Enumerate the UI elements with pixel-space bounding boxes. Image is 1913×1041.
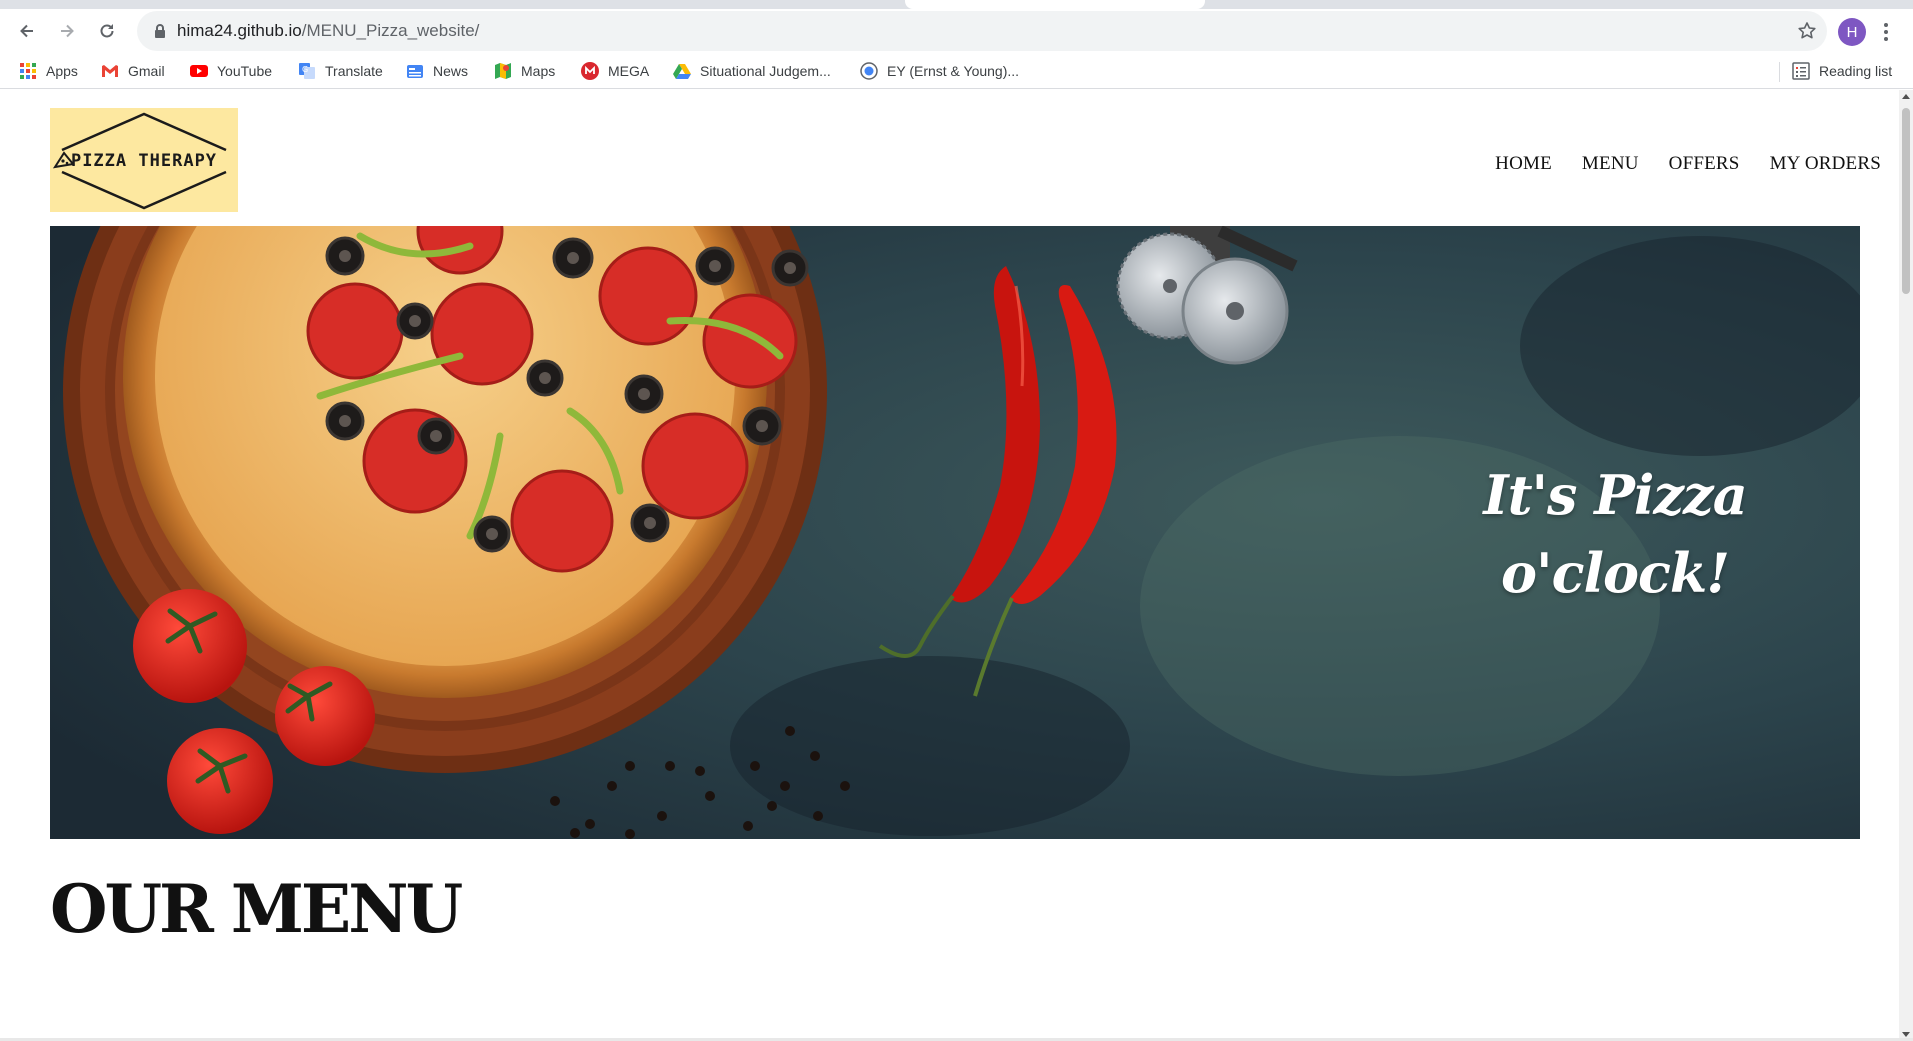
back-button[interactable]: [11, 15, 43, 47]
profile-avatar[interactable]: H: [1838, 18, 1866, 46]
nav-menu-link[interactable]: MENU: [1582, 153, 1639, 179]
bookmark-situational-judgement[interactable]: Situational Judgem...: [673, 61, 831, 81]
reload-button[interactable]: [91, 15, 123, 47]
maps-icon: [495, 63, 511, 79]
site-logo[interactable]: PIZZA THERAPY: [50, 108, 238, 212]
hero-tagline-line2: o'clock!: [1501, 541, 1730, 605]
url-text[interactable]: hima24.github.io/MENU_Pizza_website/: [177, 21, 479, 41]
arrow-left-icon: [20, 24, 33, 38]
url-path: /MENU_Pizza_website/: [301, 21, 480, 40]
bookmark-star-icon[interactable]: [1797, 21, 1817, 41]
pizza-slice-icon: [53, 151, 75, 169]
bookmark-label: EY (Ernst & Young)...: [887, 63, 1020, 79]
bookmark-news[interactable]: News: [406, 61, 468, 81]
bookmark-gmail[interactable]: Gmail: [101, 61, 165, 81]
bookmarks-divider: [1779, 62, 1780, 82]
bookmark-label: Situational Judgem...: [700, 63, 831, 79]
apps-grid-icon: [20, 63, 36, 79]
gmail-icon: [102, 65, 118, 77]
reading-list-icon: [1792, 62, 1810, 80]
reload-icon: [100, 24, 114, 38]
hero-tagline: It's Pizza o'clock!: [1425, 456, 1805, 612]
nav-offers-link[interactable]: OFFERS: [1669, 153, 1740, 179]
page-scrollbar[interactable]: [1899, 90, 1913, 1041]
browser-toolbar: hima24.github.io/MENU_Pizza_website/ H: [0, 9, 1913, 53]
nav-my-orders-link[interactable]: MY ORDERS: [1770, 153, 1881, 179]
address-bar[interactable]: hima24.github.io/MENU_Pizza_website/: [137, 11, 1827, 51]
main-navigation: HOME MENU OFFERS MY ORDERS: [1495, 153, 1881, 179]
lock-icon: [155, 24, 165, 38]
drive-icon: [673, 64, 691, 79]
logo-text-left: PIZZA: [70, 151, 128, 171]
svg-text:G: G: [302, 65, 308, 74]
bookmark-label: News: [433, 63, 469, 79]
our-menu-heading: OUR MENU: [50, 870, 463, 948]
bookmark-ey[interactable]: EY (Ernst & Young)...: [860, 61, 1019, 81]
page-viewport: PIZZA THERAPY HOME MENU OFFERS MY ORDERS: [0, 90, 1899, 1041]
bookmark-mega[interactable]: MEGA: [581, 61, 649, 81]
bookmark-label: Gmail: [128, 63, 165, 79]
scroll-down-icon[interactable]: [1902, 1032, 1910, 1037]
scroll-up-icon[interactable]: [1902, 94, 1910, 99]
active-tab-edge[interactable]: [905, 0, 1205, 9]
news-icon: [407, 65, 423, 78]
bookmark-youtube[interactable]: YouTube: [190, 61, 272, 81]
bookmark-label: Maps: [521, 63, 556, 79]
nav-home-link[interactable]: HOME: [1495, 153, 1552, 179]
reading-list-button[interactable]: Reading list: [1792, 61, 1892, 81]
bookmark-label: YouTube: [217, 63, 273, 79]
globe-icon: [860, 62, 878, 80]
arrow-right-icon: [61, 24, 74, 38]
translate-icon: G: [299, 63, 315, 79]
bookmark-translate[interactable]: G Translate: [298, 61, 383, 81]
youtube-icon: [190, 65, 208, 77]
reading-list-label: Reading list: [1819, 63, 1893, 79]
bookmark-label: MEGA: [608, 63, 650, 79]
bookmark-label: Apps: [46, 63, 78, 79]
scrollbar-thumb[interactable]: [1902, 108, 1910, 294]
browser-menu-icon[interactable]: [1882, 21, 1890, 43]
tab-strip: [0, 0, 1913, 9]
forward-button[interactable]: [51, 15, 83, 47]
logo-text-right: THERAPY: [138, 151, 218, 171]
logo-wordmark: PIZZA THERAPY: [50, 151, 238, 171]
bookmarks-bar: Apps Gmail YouTube G Translate News Maps…: [0, 53, 1913, 89]
bookmark-apps[interactable]: Apps: [19, 61, 78, 81]
hero-tagline-line1: It's Pizza: [1483, 463, 1747, 527]
hero-banner: It's Pizza o'clock!: [50, 226, 1860, 839]
mega-icon: [581, 62, 599, 80]
bookmark-maps[interactable]: Maps: [494, 61, 555, 81]
bookmark-label: Translate: [325, 63, 383, 79]
url-host: hima24.github.io: [177, 21, 302, 40]
